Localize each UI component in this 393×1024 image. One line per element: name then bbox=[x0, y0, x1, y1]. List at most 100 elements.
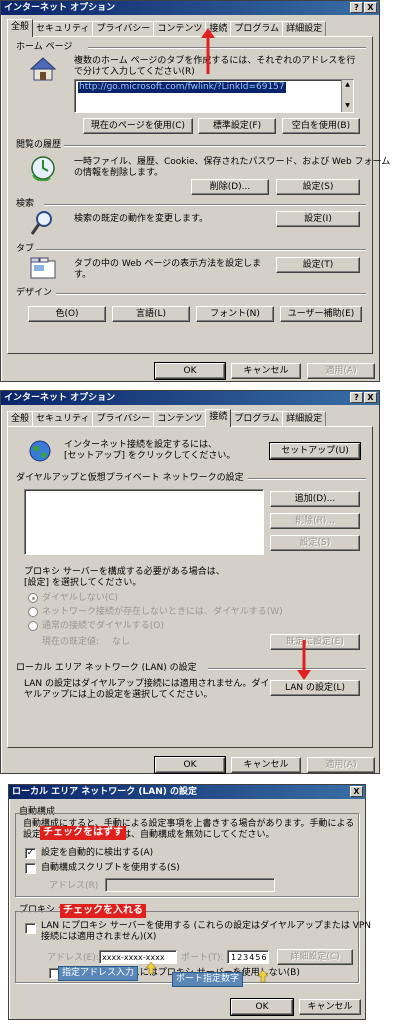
accessibility-button[interactable]: ユーザー補助(E) bbox=[280, 306, 362, 322]
tab-advanced[interactable]: 詳細設定 bbox=[282, 411, 327, 426]
tabs-window-icon bbox=[30, 257, 56, 282]
proxy-port-label: ポート(T): bbox=[181, 953, 224, 963]
small-arrow-up-icon bbox=[146, 962, 156, 974]
tab-security[interactable]: セキュリティ bbox=[32, 21, 94, 36]
close-button[interactable]: X bbox=[364, 392, 377, 403]
design-group-label: デザイン bbox=[16, 288, 53, 298]
internet-options-dialog-connections: インターネット オプション ? X 全般 セキュリティ プライバシー コンテンツ… bbox=[0, 390, 380, 774]
tab-strip: 全般 セキュリティ プライバシー コンテンツ 接続 プログラム 詳細設定 bbox=[7, 19, 327, 37]
languages-button[interactable]: 言語(L) bbox=[112, 306, 190, 322]
scroll-up-icon[interactable]: ▲ bbox=[342, 80, 353, 89]
ok-button[interactable]: OK bbox=[154, 756, 226, 774]
advanced-proxy-button[interactable]: 詳細設定(C) bbox=[277, 949, 353, 965]
use-current-button[interactable]: 現在のページを使用(C) bbox=[83, 118, 193, 134]
set-default-button[interactable]: 既定に設定(E) bbox=[270, 634, 360, 650]
use-blank-button[interactable]: 空白を使用(B) bbox=[282, 118, 360, 134]
history-description-1: 一時ファイル、履歴、Cookie、保存されたパスワード、および Web フォーム bbox=[74, 157, 391, 167]
use-proxy-label-2: 接続には適用されません)(X) bbox=[41, 932, 157, 942]
url-scrollbar[interactable]: ▲ ▼ bbox=[341, 80, 353, 112]
proxy-description-2: [設定] を選択してください。 bbox=[24, 578, 142, 588]
proxy-port-field[interactable]: 123456 bbox=[227, 950, 269, 964]
tab-general[interactable]: 全般 bbox=[7, 411, 34, 426]
red-arrow-up-icon bbox=[201, 28, 215, 74]
tab-security[interactable]: セキュリティ bbox=[32, 411, 94, 426]
dialup-settings-button[interactable]: 設定(S) bbox=[270, 535, 360, 551]
use-proxy-label: LAN にプロキシ サーバーを使用する (これらの設定はダイヤルアップまたは V… bbox=[41, 921, 372, 931]
lan-description-2: ヤルアップには上の設定を選択してください。 bbox=[24, 690, 213, 700]
auto-detect-label: 設定を自動的に検出する(A) bbox=[41, 848, 154, 858]
fonts-button[interactable]: フォント(N) bbox=[196, 306, 274, 322]
search-settings-button[interactable]: 設定(I) bbox=[276, 211, 360, 227]
auto-script-checkbox[interactable] bbox=[25, 863, 36, 874]
proxy-port-value: 123456 bbox=[231, 953, 268, 962]
window-title: インターネット オプション bbox=[4, 3, 116, 13]
use-proxy-checkbox[interactable] bbox=[25, 923, 36, 934]
script-address-field[interactable] bbox=[105, 878, 275, 892]
tab-connections[interactable]: 接続 bbox=[205, 409, 232, 427]
remove-connection-button[interactable]: 削除(R)... bbox=[270, 513, 360, 529]
auto-detect-checkbox[interactable]: ✓ bbox=[25, 848, 36, 859]
cancel-button[interactable]: キャンセル bbox=[231, 363, 301, 379]
title-bar: インターネット オプション ? X bbox=[1, 391, 379, 405]
history-group-label: 閲覧の履歴 bbox=[16, 140, 62, 150]
proxy-address-label: アドレス(E): bbox=[47, 953, 99, 963]
apply-button[interactable]: 適用(A) bbox=[307, 757, 375, 773]
window-title: ローカル エリア ネットワーク (LAN) の設定 bbox=[12, 787, 197, 797]
proxy-address-field[interactable]: xxxx-xxxx-xxxx bbox=[99, 950, 177, 964]
setup-button[interactable]: セットアップ(U) bbox=[269, 442, 361, 460]
tab-advanced[interactable]: 詳細設定 bbox=[282, 21, 327, 36]
tab-privacy[interactable]: プライバシー bbox=[92, 411, 155, 426]
house-icon bbox=[29, 57, 57, 84]
small-arrow-up-icon bbox=[258, 970, 268, 982]
add-connection-button[interactable]: 追加(D)... bbox=[270, 491, 360, 507]
setup-description-2: [セットアップ] をクリックしてください。 bbox=[64, 451, 236, 461]
script-address-label: アドレス(R) bbox=[49, 881, 99, 891]
radio-dial-when-no-network-label: ネットワーク接続が存在しないときには、ダイヤルする(W) bbox=[42, 607, 283, 617]
scroll-down-icon[interactable]: ▼ bbox=[342, 101, 353, 110]
search-description: 検索の既定の動作を変更します。 bbox=[74, 214, 209, 224]
cancel-button[interactable]: キャンセル bbox=[299, 999, 361, 1015]
dialup-group-label: ダイヤルアップと仮想プライベート ネットワークの設定 bbox=[16, 473, 244, 483]
home-page-description: 複数のホーム ページのタブを作成するには、それぞれのアドレスを行で分けて入力して… bbox=[74, 56, 356, 77]
home-page-url-field[interactable]: http://go.microsoft.com/fwlink/?LinkId=6… bbox=[74, 79, 354, 113]
close-button[interactable]: X bbox=[350, 786, 363, 797]
current-default-label: 現在の既定値: bbox=[42, 637, 100, 647]
radio-never-dial[interactable] bbox=[28, 593, 38, 603]
internet-options-dialog-general: インターネット オプション ? X 全般 セキュリティ プライバシー コンテンツ… bbox=[0, 0, 390, 382]
tab-panel-connections: インターネット接続を設定するには、 [セットアップ] をクリックしてください。 … bbox=[7, 426, 373, 748]
magnifier-icon bbox=[30, 210, 54, 239]
tab-content[interactable]: コンテンツ bbox=[153, 411, 207, 426]
radio-always-dial-label: 通常の接続でダイヤルする(O) bbox=[42, 621, 164, 631]
tab-content[interactable]: コンテンツ bbox=[153, 21, 207, 36]
close-button[interactable]: X bbox=[364, 2, 377, 13]
cancel-button[interactable]: キャンセル bbox=[231, 757, 301, 773]
colors-button[interactable]: 色(O) bbox=[28, 306, 106, 322]
tab-strip: 全般 セキュリティ プライバシー コンテンツ 接続 プログラム 詳細設定 bbox=[7, 409, 327, 427]
history-settings-button[interactable]: 設定(S) bbox=[276, 179, 360, 195]
lan-settings-button[interactable]: LAN の設定(L) bbox=[270, 680, 360, 696]
history-clock-icon bbox=[30, 155, 56, 184]
tab-privacy[interactable]: プライバシー bbox=[92, 21, 155, 36]
tabs-settings-button[interactable]: 設定(T) bbox=[276, 257, 360, 273]
apply-button[interactable]: 適用(A) bbox=[307, 363, 375, 379]
tab-programs[interactable]: プログラム bbox=[230, 411, 284, 426]
help-button[interactable]: ? bbox=[350, 2, 363, 13]
auto-script-label: 自動構成スクリプトを使用する(S) bbox=[41, 863, 180, 873]
use-default-button[interactable]: 標準設定(F) bbox=[198, 118, 276, 134]
dialup-connections-list[interactable] bbox=[24, 489, 264, 555]
window-title: インターネット オプション bbox=[4, 393, 116, 403]
ok-button[interactable]: OK bbox=[154, 362, 226, 380]
delete-history-button[interactable]: 削除(D)... bbox=[191, 179, 269, 195]
tab-general[interactable]: 全般 bbox=[7, 19, 34, 37]
radio-dial-when-no-network[interactable] bbox=[28, 607, 38, 617]
tabs-group-label: タブ bbox=[16, 244, 35, 254]
tab-programs[interactable]: プログラム bbox=[230, 21, 284, 36]
port-hint-annotation: ポート指定数字 bbox=[172, 972, 244, 987]
radio-always-dial[interactable] bbox=[28, 621, 38, 631]
radio-never-dial-label: ダイヤルしない(C) bbox=[42, 593, 119, 603]
home-page-group-label: ホーム ページ bbox=[16, 42, 73, 52]
home-page-url: http://go.microsoft.com/fwlink/?LinkId=6… bbox=[78, 82, 286, 93]
address-hint-annotation: 指定アドレス入力 bbox=[58, 966, 139, 981]
ok-button[interactable]: OK bbox=[230, 998, 294, 1016]
help-button[interactable]: ? bbox=[350, 392, 363, 403]
